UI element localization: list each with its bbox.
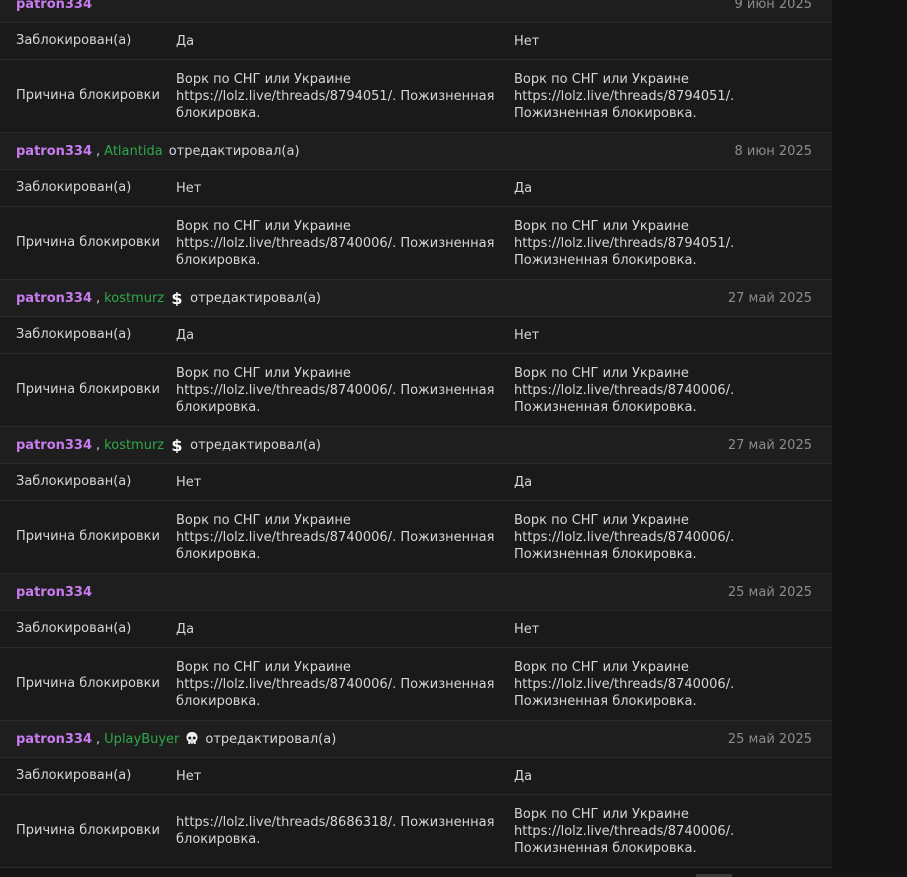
reason-row: Причина блокировки https://lolz.live/thre… [0,795,832,868]
blocked-row: Заблокирован(а) Нет Да [0,464,832,501]
svg-text:$: $ [172,290,183,306]
edit-action-text: отредактировал(а) [205,731,337,747]
edit-action-text: отредактировал(а) [190,437,321,453]
entry-date: 27 май 2025 [727,437,812,453]
separator-comma: , [96,290,101,306]
blocked-new-value: Нет [514,33,540,49]
reason-new-value: Ворк по СНГ или Украине https://lolz.liv… [514,218,735,268]
dollar-icon: $ [170,437,184,453]
entry-users: patron334 [16,0,734,12]
entry-date: 8 июн 2025 [734,143,812,159]
blocked-new-value: Да [514,180,533,196]
reason-label: Причина блокировки [16,235,160,250]
blocked-row: Заблокирован(а) Да Нет [0,23,832,60]
reason-old-value: Ворк по СНГ или Украине https://lolz.liv… [176,365,495,415]
reason-label: Причина блокировки [16,823,160,838]
edit-history-log: patron334 9 июн 2025 Заблокирован(а) Да Нет П… [0,0,832,868]
blocked-row: Заблокирован(а) Нет Да [0,758,832,795]
reason-new-value: Ворк по СНГ или Украине https://lolz.liv… [514,365,735,415]
reason-label: Причина блокировки [16,88,160,103]
user-link[interactable]: patron334 [16,0,92,12]
blocked-old-value: Да [176,327,195,343]
entry-date: 27 май 2025 [727,290,812,306]
blocked-new-value: Нет [514,327,540,343]
reason-label: Причина блокировки [16,676,160,691]
user-link[interactable]: patron334 [16,585,92,600]
blocked-old-value: Нет [176,474,202,490]
reason-new-value: Ворк по СНГ или Украине https://lolz.liv… [514,512,735,562]
blocked-row: Заблокирован(а) Да Нет [0,611,832,648]
entry-date: 25 май 2025 [727,584,812,600]
editor-link[interactable]: UplayBuyer [104,732,179,747]
entry-users: patron334, Atlantida отредактировал(а) [16,144,734,159]
blocked-old-value: Нет [176,180,202,196]
blocked-old-value: Нет [176,768,202,784]
reason-old-value: Ворк по СНГ или Украине https://lolz.liv… [176,659,495,709]
svg-text:$: $ [172,437,183,453]
blocked-label: Заблокирован(а) [16,180,132,195]
user-link[interactable]: patron334 [16,438,92,453]
reason-label: Причина блокировки [16,382,160,397]
entry-date: 25 май 2025 [727,731,812,747]
reason-row: Причина блокировки Ворк по СНГ или Украин… [0,501,832,574]
separator-comma: , [96,143,101,159]
separator-comma: , [96,437,101,453]
reason-row: Причина блокировки Ворк по СНГ или Украин… [0,60,832,133]
entry-header: patron334 9 июн 2025 [0,0,832,23]
user-link[interactable]: patron334 [16,291,92,306]
entry-header: patron334, UplayBuyer отредактировал(а) 25 … [0,721,832,758]
entry-users: patron334, kostmurz $ отредактировал(а) [16,437,728,453]
reason-old-value: https://lolz.live/threads/8686318/. Пожи… [176,815,495,847]
blocked-old-value: Да [176,33,195,49]
editor-link[interactable]: kostmurz [104,291,164,306]
blocked-label: Заблокирован(а) [16,327,132,342]
entry-header: patron334, kostmurz $ отредактировал(а) 27 м… [0,280,832,317]
entry-header: patron334, Atlantida отредактировал(а) 8 ию… [0,133,832,170]
reason-new-value: Ворк по СНГ или Украине https://lolz.liv… [514,71,735,121]
entry-users: patron334 [16,585,728,600]
blocked-new-value: Да [514,768,533,784]
reason-old-value: Ворк по СНГ или Украине https://lolz.liv… [176,512,495,562]
reason-new-value: Ворк по СНГ или Украине https://lolz.liv… [514,806,735,856]
blocked-label: Заблокирован(а) [16,621,132,636]
blocked-label: Заблокирован(а) [16,768,132,783]
user-link[interactable]: patron334 [16,732,92,747]
user-link[interactable]: patron334 [16,144,92,159]
reason-row: Причина блокировки Ворк по СНГ или Украин… [0,354,832,427]
reason-row: Причина блокировки Ворк по СНГ или Украин… [0,648,832,721]
blocked-old-value: Да [176,621,195,637]
edit-action-text: отредактировал(а) [168,143,300,159]
entry-date: 9 июн 2025 [734,0,812,12]
blocked-new-value: Да [514,474,533,490]
blocked-new-value: Нет [514,621,540,637]
blocked-label: Заблокирован(а) [16,474,132,489]
entry-header: patron334 25 май 2025 [0,574,832,611]
edit-action-text: отредактировал(а) [190,290,321,306]
entry-users: patron334, UplayBuyer отредактировал(а) [16,731,728,747]
reason-row: Причина блокировки Ворк по СНГ или Украин… [0,207,832,280]
entry-users: patron334, kostmurz $ отредактировал(а) [16,290,728,306]
reason-old-value: Ворк по СНГ или Украине https://lolz.liv… [176,71,495,121]
blocked-label: Заблокирован(а) [16,33,132,48]
reason-new-value: Ворк по СНГ или Украине https://lolz.liv… [514,659,735,709]
separator-comma: , [96,731,101,747]
blocked-row: Заблокирован(а) Да Нет [0,317,832,354]
editor-link[interactable]: Atlantida [104,144,163,159]
dollar-icon: $ [170,290,184,306]
editor-link[interactable]: kostmurz [104,438,164,453]
blocked-row: Заблокирован(а) Нет Да [0,170,832,207]
reason-old-value: Ворк по СНГ или Украине https://lolz.liv… [176,218,495,268]
entry-header: patron334, kostmurz $ отредактировал(а) 27 м… [0,427,832,464]
skull-icon [185,731,199,747]
reason-label: Причина блокировки [16,529,160,544]
